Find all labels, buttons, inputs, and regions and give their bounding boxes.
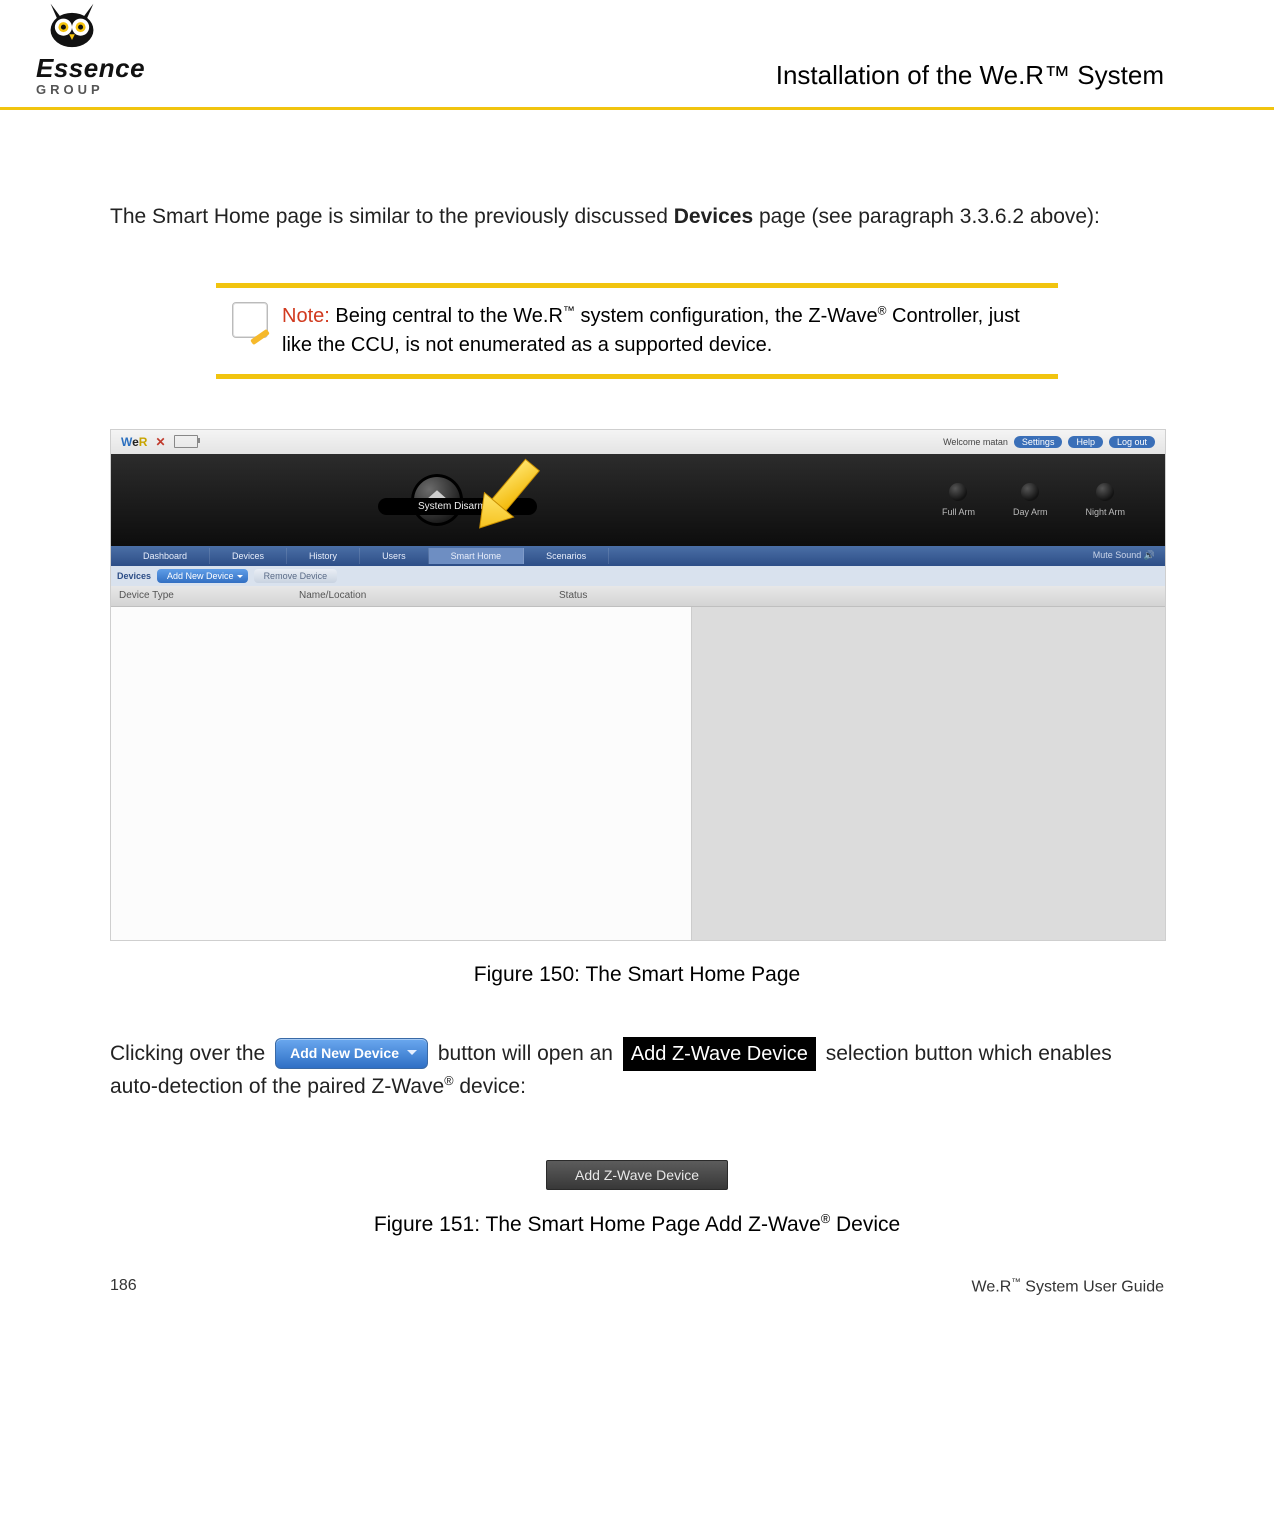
col-status: Status	[559, 590, 699, 601]
arm-controls: Full Arm Day Arm Night Arm	[942, 483, 1125, 517]
guide-title: We.R™ System User Guide	[972, 1277, 1164, 1296]
p2-tail: device:	[454, 1075, 526, 1098]
paragraph-2: Clicking over the Add New Device button …	[110, 1037, 1164, 1103]
note-pre: Being central to the We.R	[330, 305, 563, 327]
intro-text-post: page (see paragraph 3.3.6.2 above):	[753, 205, 1100, 228]
page-header: Essence GROUP Installation of the We.R™ …	[0, 0, 1274, 110]
tm-sup-footer: ™	[1011, 1277, 1021, 1288]
reg-sup-2: ®	[444, 1074, 453, 1088]
topbar-left: WeR ✕	[121, 435, 198, 449]
battery-icon	[174, 435, 198, 448]
tab-smart-home[interactable]: Smart Home	[429, 548, 525, 564]
full-arm-label: Full Arm	[942, 507, 975, 517]
add-new-device-button[interactable]: Add New Device	[157, 569, 248, 583]
tab-dashboard[interactable]: Dashboard	[121, 548, 210, 564]
section-title: Installation of the We.R™ System	[776, 60, 1164, 97]
logo-e: e	[132, 435, 139, 449]
welcome-text: Welcome matan	[943, 437, 1008, 447]
tab-devices[interactable]: Devices	[210, 548, 287, 564]
app-logo: WeR	[121, 435, 147, 449]
figure-151-caption: Figure 151: The Smart Home Page Add Z-Wa…	[110, 1212, 1164, 1237]
logo-text: Essence	[36, 53, 145, 84]
add-zwave-device-button[interactable]: Add Z-Wave Device	[546, 1160, 728, 1190]
inline-add-zwave-pill: Add Z-Wave Device	[623, 1037, 816, 1071]
logo: Essence GROUP	[36, 0, 145, 97]
app-subbar: Devices Add New Device Remove Device	[111, 566, 1165, 586]
col-device-type: Device Type	[111, 590, 299, 601]
signal-off-icon: ✕	[155, 435, 165, 449]
logo-subtext: GROUP	[36, 82, 104, 97]
intro-text-pre: The Smart Home page is similar to the pr…	[110, 205, 674, 228]
figure-150: WeR ✕ Welcome matan Settings Help Log ou…	[110, 429, 1164, 987]
inline-add-new-device-button[interactable]: Add New Device	[275, 1038, 428, 1069]
guide-post: System User Guide	[1021, 1278, 1164, 1295]
tab-history[interactable]: History	[287, 548, 360, 564]
night-arm-label: Night Arm	[1085, 507, 1125, 517]
table-header: Device Type Name/Location Status	[111, 586, 1165, 607]
device-list-pane	[111, 607, 692, 940]
note-callout: Note: Being central to the We.R™ system …	[216, 283, 1058, 379]
intro-bold: Devices	[674, 205, 753, 228]
tm-sup: ™	[563, 303, 575, 317]
tab-scenarios[interactable]: Scenarios	[524, 548, 609, 564]
logout-link[interactable]: Log out	[1109, 436, 1155, 448]
page-number: 186	[110, 1277, 137, 1296]
app-body	[111, 607, 1165, 940]
subbar-label: Devices	[117, 571, 151, 581]
system-status: System Disarmed	[378, 498, 537, 515]
app-topbar: WeR ✕ Welcome matan Settings Help Log ou…	[111, 430, 1165, 454]
mute-sound[interactable]: Mute Sound 🔊	[1093, 550, 1155, 561]
night-arm-button[interactable]: Night Arm	[1085, 483, 1125, 517]
note-label: Note:	[282, 305, 330, 327]
p2-mid: button will open an	[432, 1042, 619, 1065]
reg-sup-3: ®	[821, 1212, 830, 1226]
col-name-location: Name/Location	[299, 590, 559, 601]
day-arm-button[interactable]: Day Arm	[1013, 483, 1048, 517]
mute-label: Mute Sound	[1093, 550, 1142, 560]
app-tabs: Dashboard Devices History Users Smart Ho…	[111, 546, 1165, 566]
topbar-right: Welcome matan Settings Help Log out	[943, 436, 1155, 448]
owl-icon	[36, 0, 108, 55]
remove-device-button[interactable]: Remove Device	[254, 569, 338, 583]
full-arm-button[interactable]: Full Arm	[942, 483, 975, 517]
tab-users[interactable]: Users	[360, 548, 429, 564]
guide-pre: We.R	[972, 1278, 1012, 1295]
note-mid: system configuration, the Z-Wave	[575, 305, 878, 327]
fig151-pre: Figure 151: The Smart Home Page Add Z-Wa…	[374, 1213, 821, 1236]
detail-pane	[692, 607, 1165, 940]
fig151-post: Device	[830, 1213, 900, 1236]
note-text: Note: Being central to the We.R™ system …	[282, 302, 1042, 360]
page-footer: 186 We.R™ System User Guide	[0, 1237, 1274, 1296]
intro-paragraph: The Smart Home page is similar to the pr…	[110, 201, 1164, 233]
logo-w: W	[121, 435, 132, 449]
p2-pre: Clicking over the	[110, 1042, 271, 1065]
logo-r: R	[139, 435, 148, 449]
app-screenshot: WeR ✕ Welcome matan Settings Help Log ou…	[110, 429, 1166, 941]
app-hero: System Disarmed Full Arm Day Arm Night A…	[111, 454, 1165, 546]
day-arm-label: Day Arm	[1013, 507, 1048, 517]
help-link[interactable]: Help	[1068, 436, 1103, 448]
settings-link[interactable]: Settings	[1014, 436, 1063, 448]
figure-150-caption: Figure 150: The Smart Home Page	[110, 963, 1164, 987]
note-icon	[232, 302, 268, 338]
